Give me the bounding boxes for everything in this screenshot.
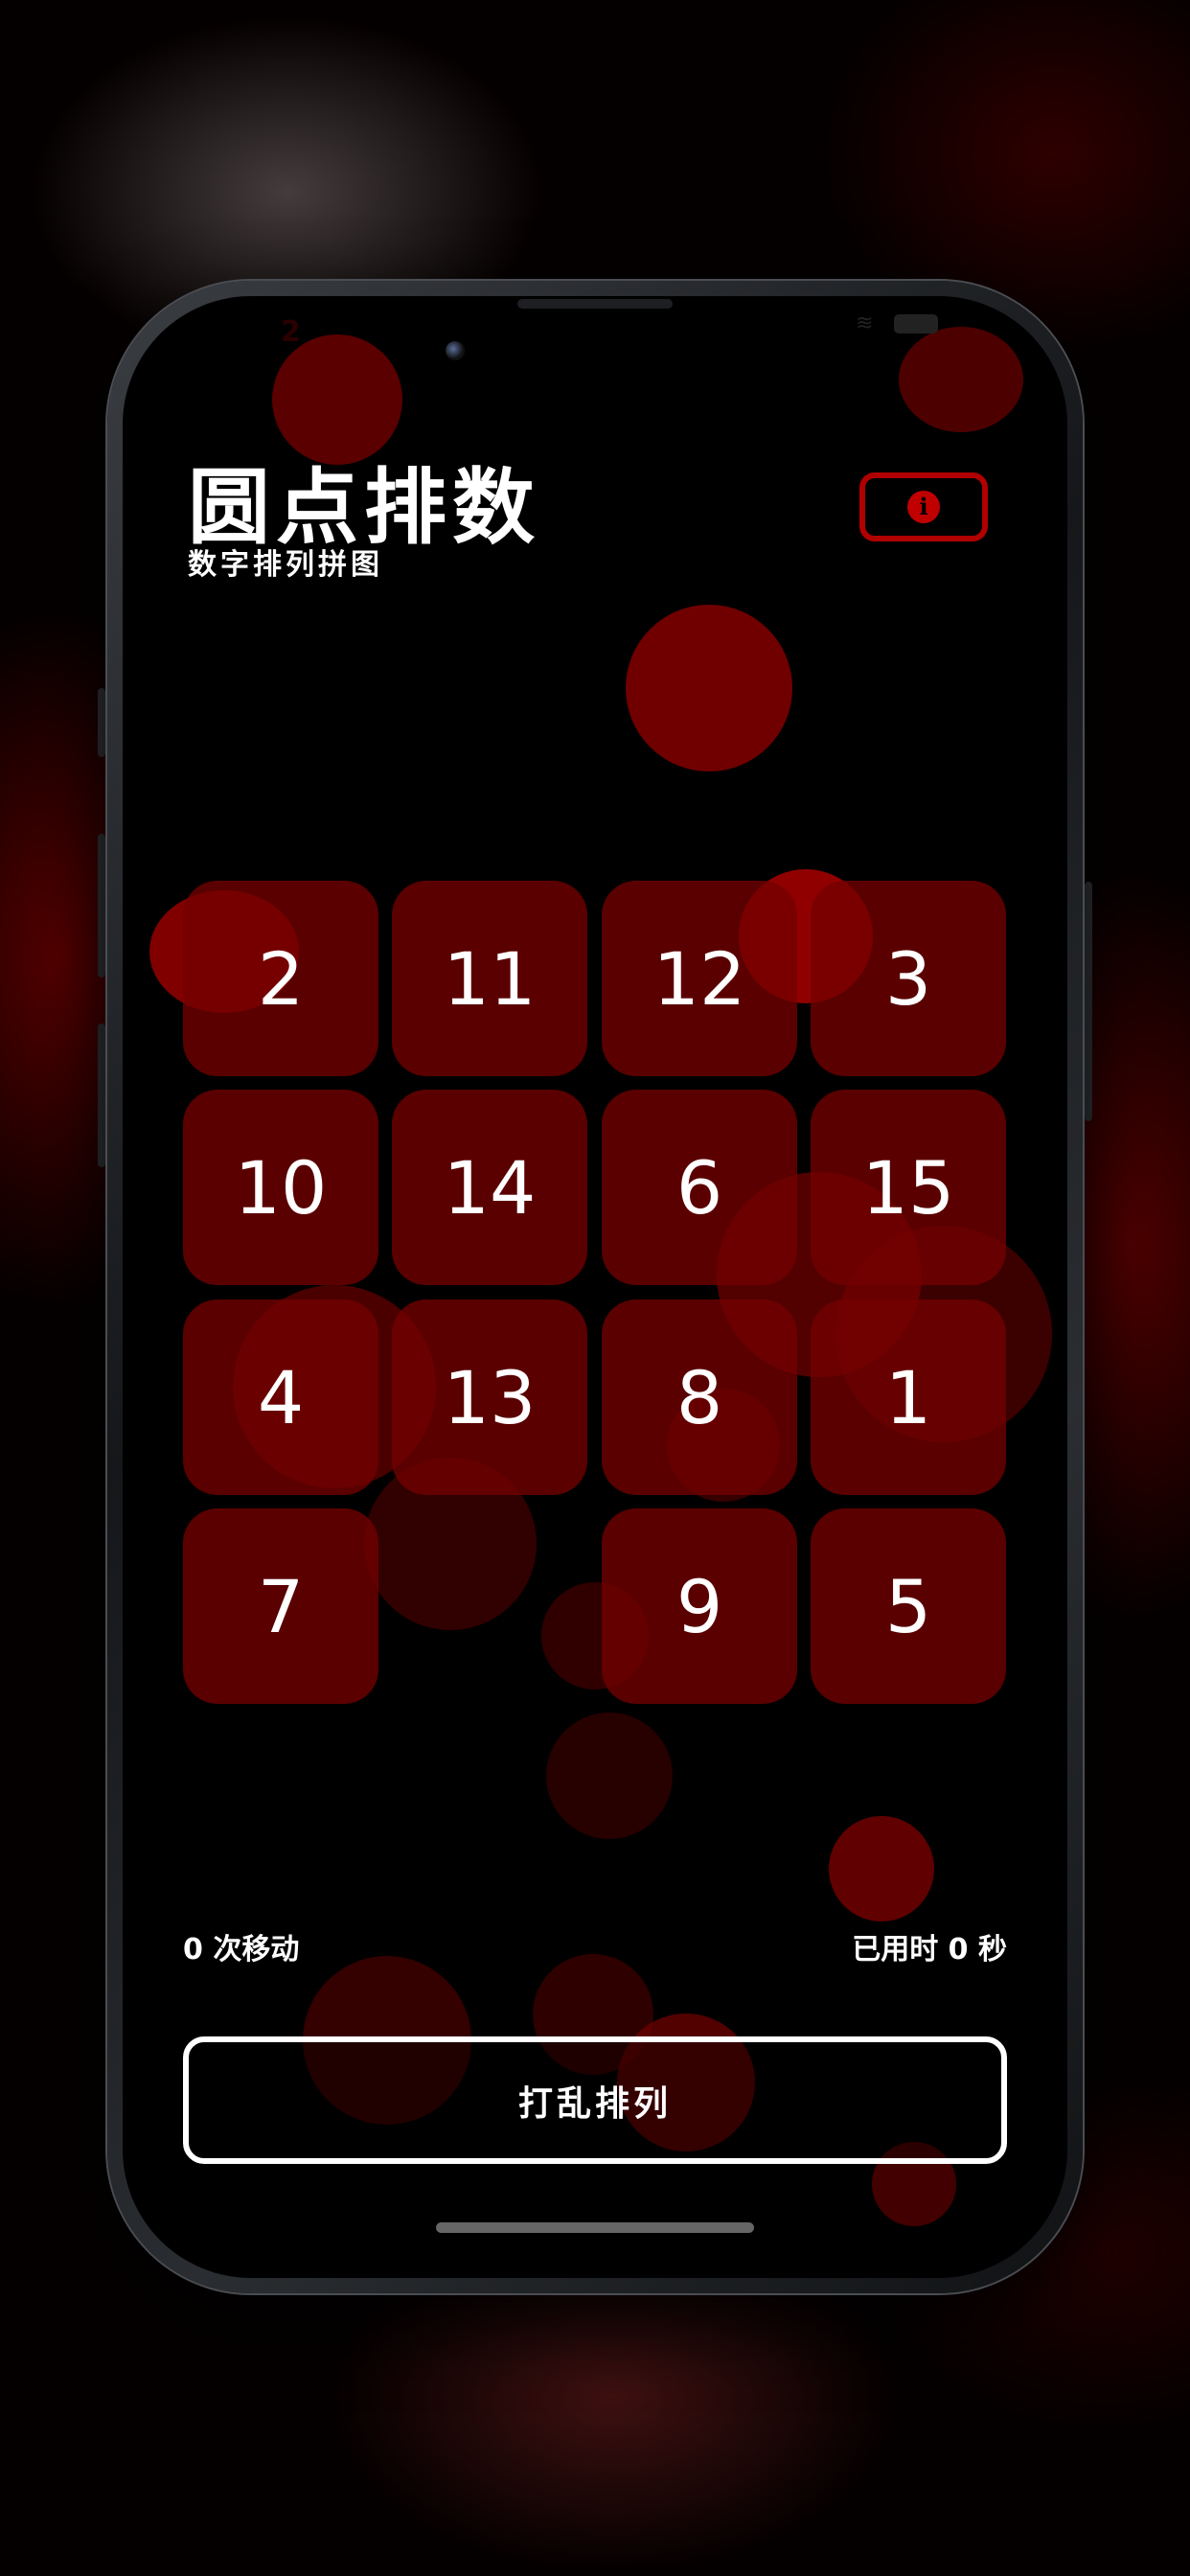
info-circle-icon: i: [907, 491, 940, 523]
puzzle-tile[interactable]: 1: [811, 1300, 1006, 1495]
move-counter: 0 次移动: [183, 1933, 300, 1966]
puzzle-tile[interactable]: 7: [183, 1508, 378, 1704]
floating-dot: [546, 1713, 673, 1839]
action-button: [98, 688, 105, 757]
floating-dot: [626, 605, 792, 771]
status-time: 2: [281, 315, 301, 349]
app-subtitle: 数字排列拼图: [188, 548, 383, 582]
puzzle-tile[interactable]: 11: [392, 881, 587, 1076]
puzzle-board: 2 11 12 3 10 14 6 15 4 13 8 1 7 9 5: [183, 881, 1007, 1705]
battery-icon: [894, 314, 938, 334]
volume-down-button: [98, 1024, 105, 1167]
puzzle-tile[interactable]: 3: [811, 881, 1006, 1076]
home-indicator[interactable]: [436, 2222, 754, 2233]
puzzle-tile[interactable]: 13: [392, 1300, 587, 1495]
status-icons: ≋: [856, 313, 938, 334]
puzzle-tile[interactable]: 9: [602, 1508, 797, 1704]
power-button: [1085, 882, 1092, 1121]
floating-dot: [829, 1816, 934, 1921]
info-button[interactable]: i: [859, 472, 988, 541]
puzzle-tile[interactable]: 8: [602, 1300, 797, 1495]
puzzle-tile[interactable]: 4: [183, 1300, 378, 1495]
puzzle-tile[interactable]: 6: [602, 1090, 797, 1285]
puzzle-tile[interactable]: 2: [183, 881, 378, 1076]
game-stats: 0 次移动 已用时 0 秒: [183, 1925, 1007, 1966]
front-camera: [446, 341, 465, 360]
elapsed-timer: 已用时 0 秒: [852, 1933, 1007, 1966]
puzzle-tile[interactable]: 15: [811, 1090, 1006, 1285]
puzzle-tile[interactable]: 10: [183, 1090, 378, 1285]
speaker-grille: [517, 299, 673, 309]
shuffle-button[interactable]: 打乱排列: [183, 2036, 1007, 2164]
wifi-icon: ≋: [856, 311, 874, 335]
puzzle-tile[interactable]: 12: [602, 881, 797, 1076]
app-screen: 2 ≋ 圆点排数 数字排列拼图 i 2 11 12 3 10 14 6 15 4…: [123, 296, 1067, 2278]
puzzle-tile[interactable]: 14: [392, 1090, 587, 1285]
puzzle-tile[interactable]: 5: [811, 1508, 1006, 1704]
volume-up-button: [98, 834, 105, 978]
floating-dot: [899, 327, 1023, 432]
